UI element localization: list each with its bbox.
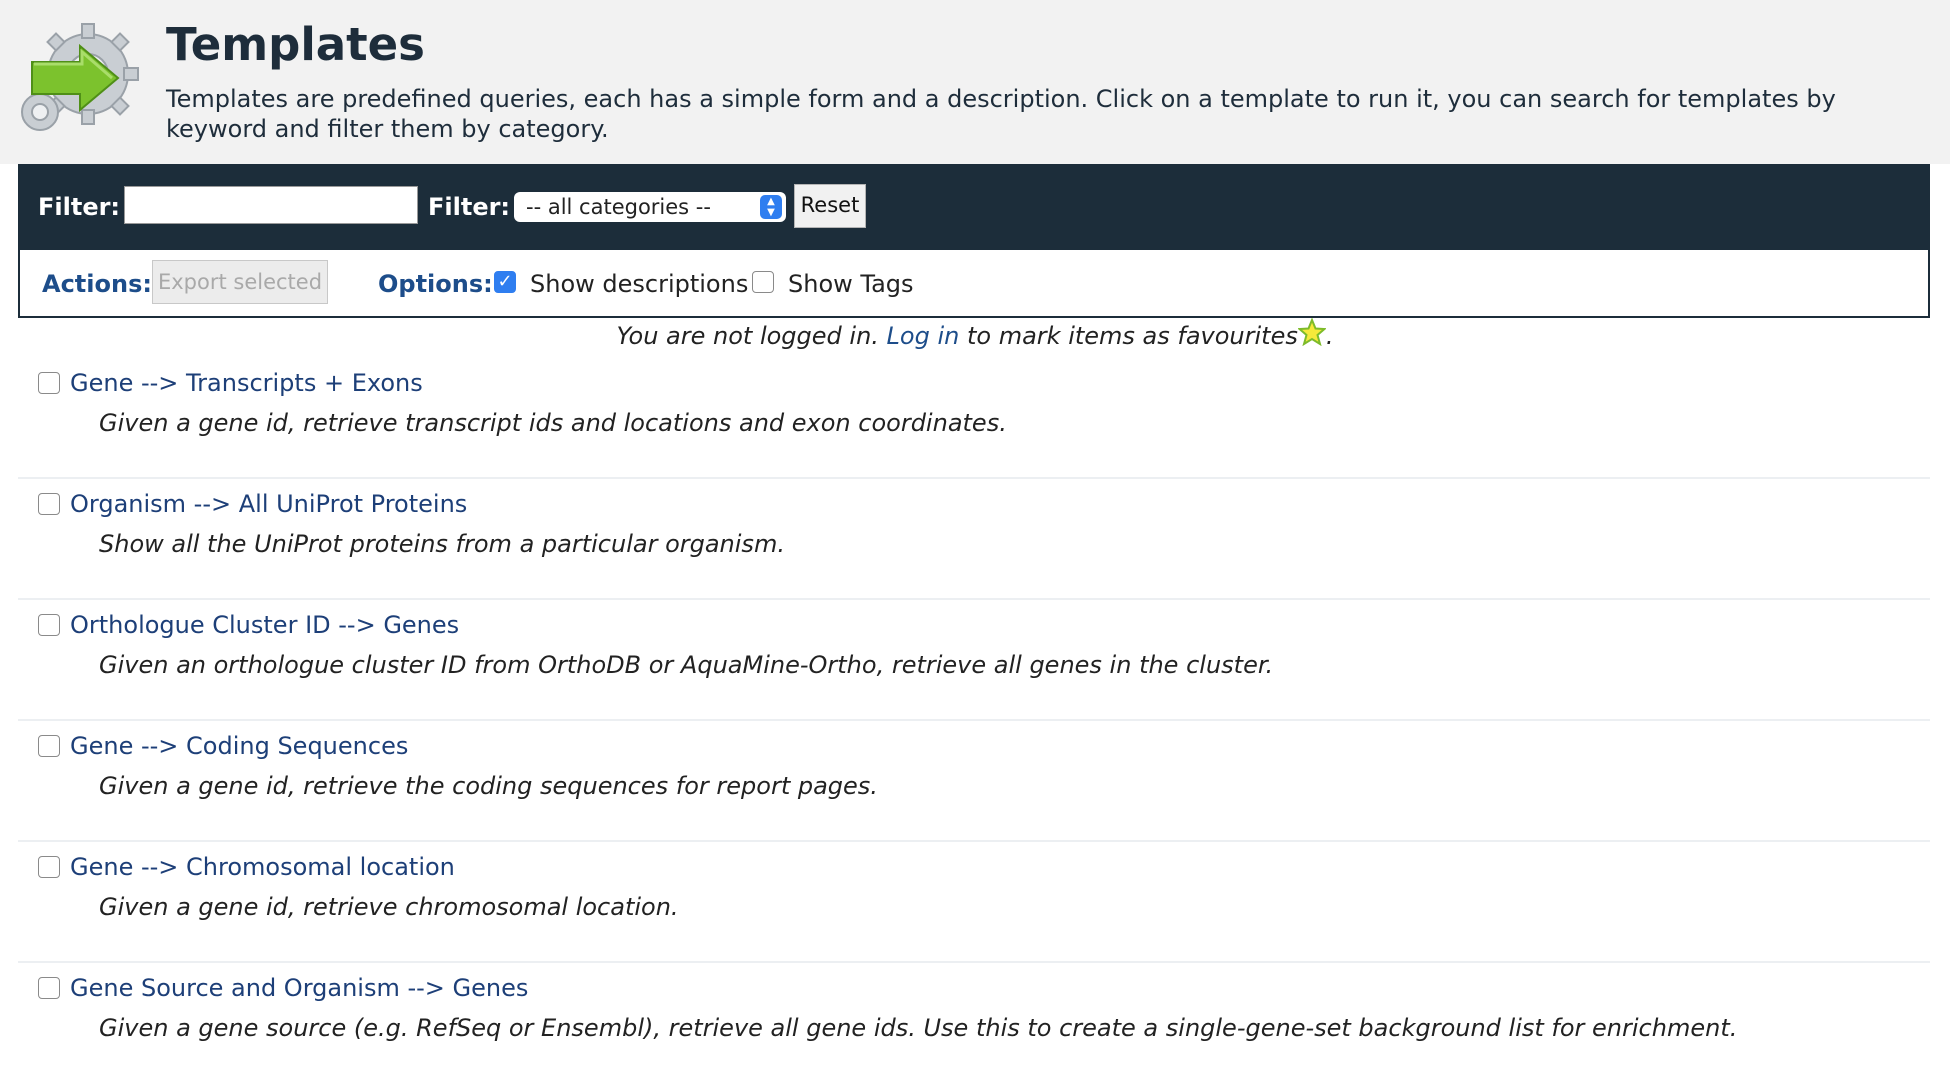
template-name-link[interactable]: Gene --> Coding Sequences: [70, 730, 408, 762]
show-descriptions-label: Show descriptions: [530, 270, 749, 298]
login-notice-prefix: You are not logged in.: [616, 322, 879, 350]
template-description: Given an orthologue cluster ID from Orth…: [99, 651, 1274, 679]
page-header: Templates Templates are predefined queri…: [0, 0, 1950, 164]
template-item: Gene --> Chromosomal location Given a ge…: [18, 842, 1930, 963]
star-icon: [1297, 318, 1326, 346]
template-item: Gene --> Transcripts + Exons Given a gen…: [18, 358, 1930, 479]
gear-arrow-icon: [21, 23, 139, 131]
login-link[interactable]: Log in: [887, 322, 960, 350]
template-checkbox[interactable]: [38, 977, 60, 999]
template-description: Given a gene id, retrieve the coding seq…: [99, 772, 878, 800]
template-item: Organism --> All UniProt Proteins Show a…: [18, 479, 1930, 600]
actions-label: Actions:: [42, 270, 152, 298]
show-descriptions-checkbox[interactable]: ✓: [494, 271, 516, 293]
template-description: Given a gene id, retrieve transcript ids…: [99, 409, 1007, 437]
keyword-filter-input[interactable]: [124, 186, 418, 224]
template-list: Gene --> Transcripts + Exons Given a gen…: [18, 358, 1930, 1084]
template-checkbox[interactable]: [38, 614, 60, 636]
show-tags-checkbox[interactable]: [752, 271, 774, 293]
template-checkbox[interactable]: [38, 856, 60, 878]
login-notice: You are not logged in. Log in to mark it…: [0, 318, 1950, 353]
filter-bar: Filter: Filter: -- all categories -- ▲ ▼ …: [18, 164, 1930, 250]
template-item: Gene --> Coding Sequences Given a gene i…: [18, 721, 1930, 842]
template-checkbox[interactable]: [38, 735, 60, 757]
template-name-link[interactable]: Gene --> Chromosomal location: [70, 851, 455, 883]
login-notice-end: .: [1325, 322, 1334, 350]
export-selected-button[interactable]: Export selected: [152, 260, 328, 304]
template-name-link[interactable]: Organism --> All UniProt Proteins: [70, 488, 467, 520]
template-checkbox[interactable]: [38, 372, 60, 394]
template-name-link[interactable]: Gene Source and Organism --> Genes: [70, 972, 528, 1004]
template-description: Given a gene source (e.g. RefSeq or Ense…: [99, 1014, 1738, 1042]
category-select[interactable]: -- all categories -- ▲ ▼: [514, 192, 786, 222]
template-name-link[interactable]: Orthologue Cluster ID --> Genes: [70, 609, 459, 641]
show-tags-label: Show Tags: [788, 270, 914, 298]
actions-bar: Actions: Export selected Options: ✓ Show…: [18, 250, 1930, 318]
page-title: Templates: [166, 18, 425, 71]
template-item: Orthologue Cluster ID --> Genes Given an…: [18, 600, 1930, 721]
select-arrows-icon: ▲ ▼: [760, 195, 782, 219]
template-description: Show all the UniProt proteins from a par…: [99, 530, 785, 558]
template-checkbox[interactable]: [38, 493, 60, 515]
category-select-value: -- all categories --: [526, 195, 711, 219]
category-filter-label: Filter:: [428, 193, 511, 221]
template-name-link[interactable]: Gene --> Transcripts + Exons: [70, 367, 423, 399]
options-label: Options:: [378, 270, 493, 298]
template-description: Given a gene id, retrieve chromosomal lo…: [99, 893, 679, 921]
login-notice-suffix: to mark items as favourites: [966, 322, 1298, 350]
page-description: Templates are predefined queries, each h…: [166, 85, 1836, 143]
keyword-filter-label: Filter:: [38, 193, 121, 221]
reset-button[interactable]: Reset: [794, 184, 866, 228]
template-item: Gene Source and Organism --> Genes Given…: [18, 963, 1930, 1084]
